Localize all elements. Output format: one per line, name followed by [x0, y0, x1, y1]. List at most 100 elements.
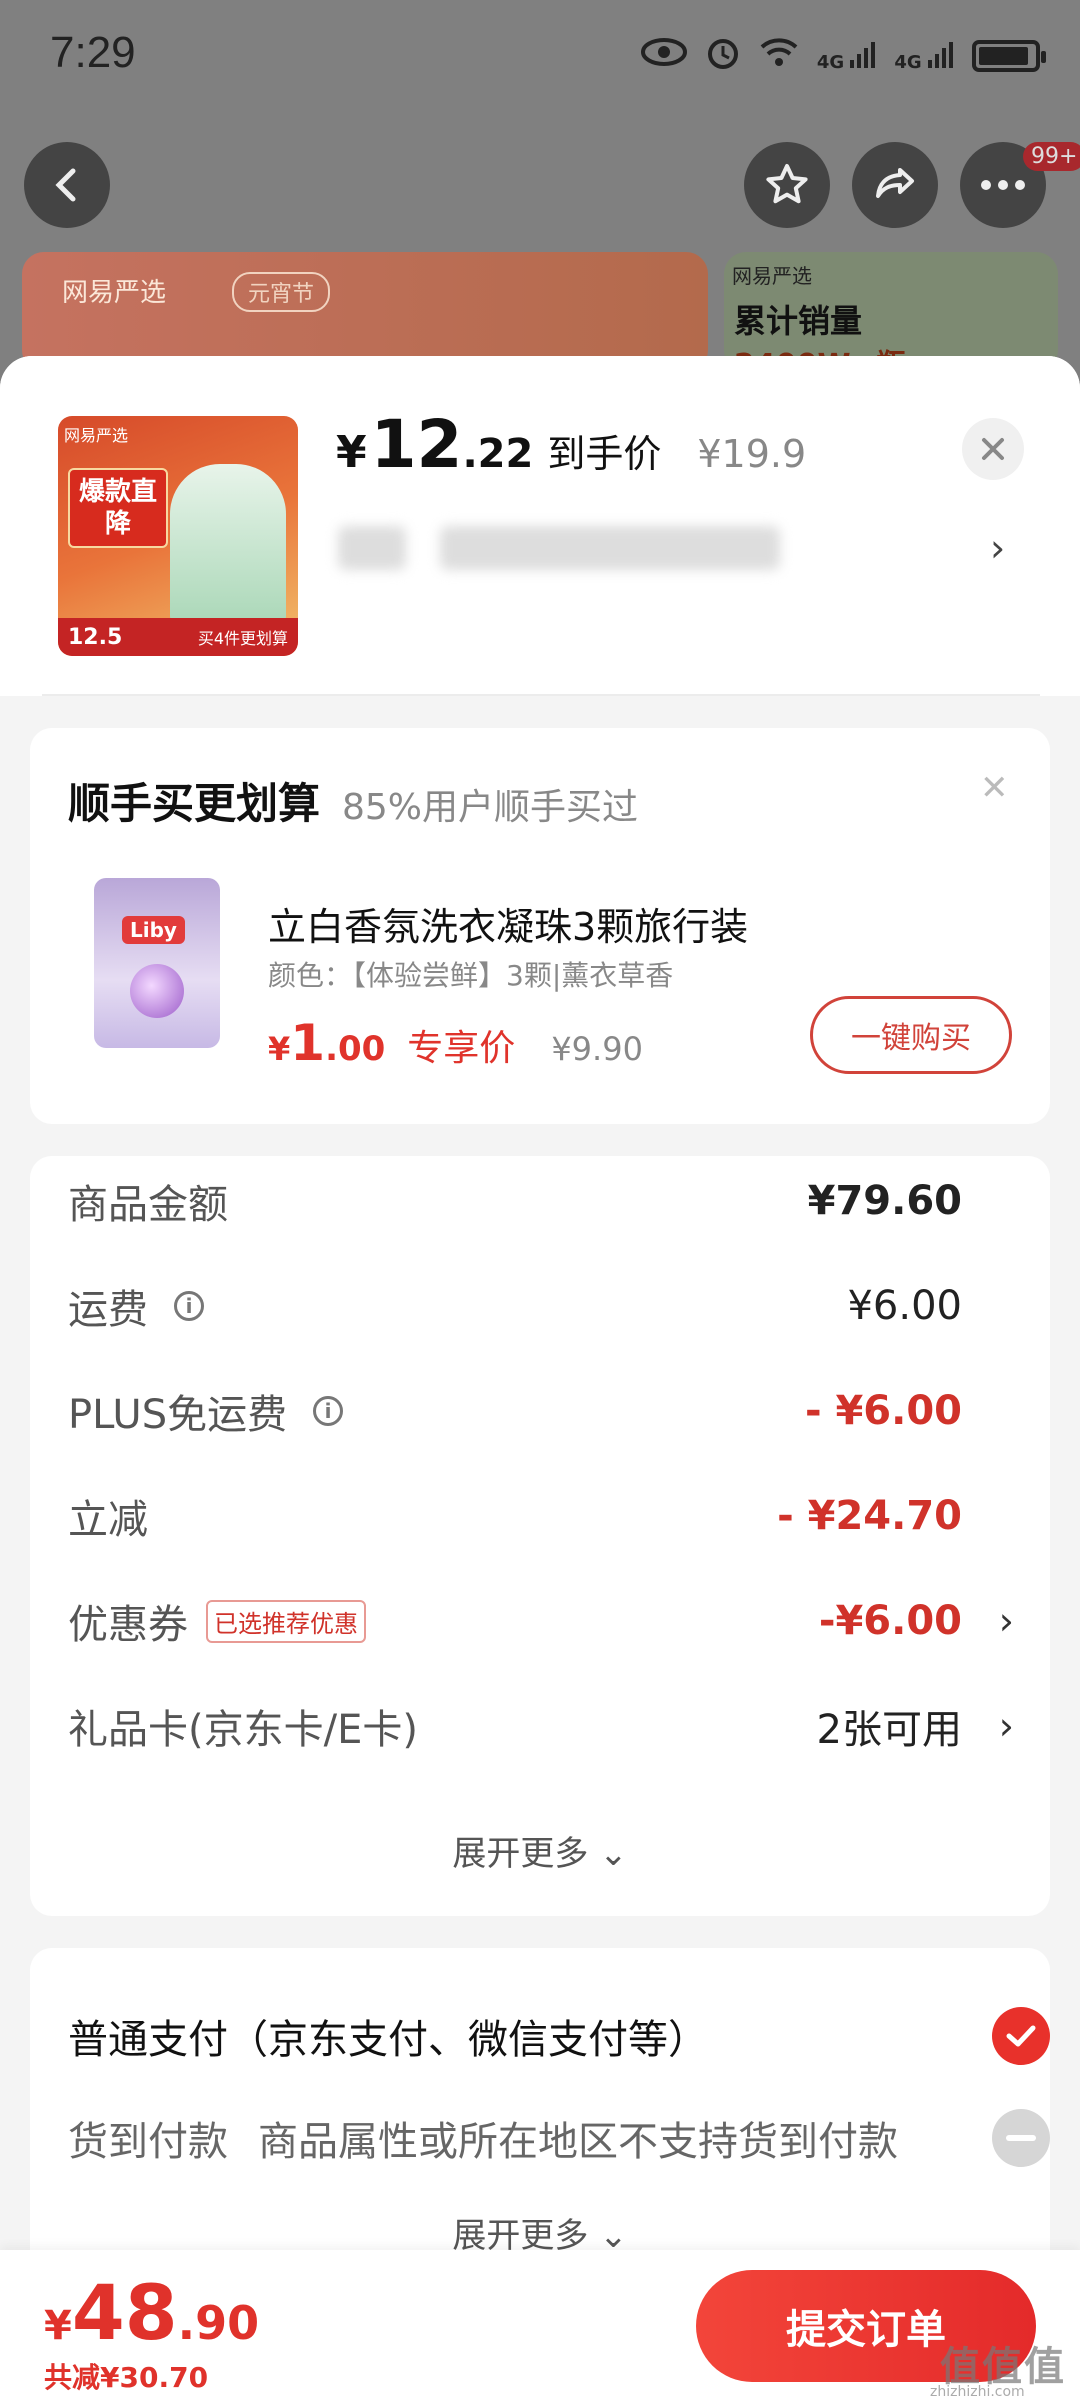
spec-blur-1 [338, 526, 406, 570]
thumbnail-tag: 爆款直降 [68, 468, 168, 548]
info-icon[interactable]: i [313, 1396, 344, 1426]
notification-badge: 99+ [1023, 142, 1080, 171]
checkout-bar: ¥ 48 .90 共减¥30.70 提交订单 [0, 2250, 1080, 2400]
total-yen: ¥ [44, 2303, 72, 2349]
chevron-right-icon: › [998, 1599, 1014, 1643]
addon-price-yen: ¥ [268, 1030, 291, 1068]
banner-logo: 网易严选 [732, 264, 812, 288]
addon-price: ¥ 1 .00 专享价 ¥9.90 [268, 1014, 643, 1072]
summary-row-coupon[interactable]: 优惠券 已选推荐优惠 -¥6.00 › [68, 1586, 1018, 1656]
product-thumbnail[interactable]: 网易严选 爆款直降 12.5 买4件更划算 [58, 416, 298, 656]
one-click-buy-button[interactable]: 一键购买 [810, 996, 1012, 1074]
brand-logo: Liby [122, 916, 185, 944]
battery-icon [972, 40, 1046, 72]
divider [42, 694, 1040, 696]
summary-value: - ¥24.70 [777, 1493, 962, 1539]
status-icons: 4G 4G [640, 34, 1046, 78]
product-price: ¥ 12 .22 到手价 ¥19.9 [336, 406, 806, 483]
close-icon [982, 438, 1004, 460]
close-button[interactable] [962, 418, 1024, 480]
payment-option-label: 普通支付（京东支付、微信支付等） [68, 2017, 708, 2063]
addon-price-label: 专享价 [407, 1028, 516, 1069]
summary-label: PLUS免运费 [68, 1392, 288, 1438]
coupon-status-badge: 已选推荐优惠 [206, 1599, 366, 1643]
payment-option-label: 货到付款 [68, 2119, 228, 2165]
summary-label: 商品金额 [68, 1182, 228, 1228]
banner-tag: 元宵节 [232, 272, 331, 312]
share-button[interactable] [852, 142, 938, 228]
summary-row-gift-card[interactable]: 礼品卡(京东卡/E卡) 2张可用 › [68, 1691, 1018, 1761]
price-decimal: .22 [462, 431, 534, 477]
addon-title: 顺手买更划算 [68, 779, 321, 828]
status-time: 7:29 [50, 28, 136, 77]
spec-blur-2 [440, 526, 780, 570]
addon-original-price: ¥9.90 [551, 1030, 643, 1068]
star-icon [766, 164, 808, 204]
summary-value: - ¥6.00 [804, 1388, 962, 1434]
payment-option-note: 商品属性或所在地区不支持货到付款 [258, 2119, 898, 2165]
chevron-down-icon: ⌄ [599, 1834, 628, 1874]
product-image [170, 464, 286, 634]
summary-value: ¥79.60 [807, 1178, 962, 1224]
chevron-left-icon [55, 168, 76, 202]
total-saved: 共减¥30.70 [44, 2361, 209, 2394]
addon-card: 顺手买更划算 85%用户顺手买过 ✕ Liby 立白香氛洗衣凝珠3颗旅行装 颜色… [30, 728, 1050, 1124]
addon-price-decimal: .00 [325, 1029, 386, 1069]
summary-label: 立减 [68, 1497, 148, 1543]
addon-price-integer: 1 [290, 1014, 326, 1072]
thumbnail-logo: 网易严选 [64, 426, 129, 445]
summary-label: 运费 [68, 1287, 148, 1333]
addon-item-name[interactable]: 立白香氛洗衣凝珠3颗旅行装 [268, 896, 748, 951]
signal-icon: 4G [817, 40, 877, 73]
more-dots-icon [981, 180, 1025, 190]
price-summary-card: 商品金额 ¥79.60 运费 i ¥6.00 PLUS免运费 i - ¥6.00 立… [30, 1156, 1050, 1916]
price-label: 到手价 [547, 432, 662, 476]
summary-row-subtotal: 商品金额 ¥79.60 [68, 1166, 1018, 1236]
expand-more-button[interactable]: 展开更多 ⌄ [30, 1826, 1050, 1875]
summary-row-instant-discount: 立减 - ¥24.70 [68, 1481, 1018, 1551]
summary-row-shipping: 运费 i ¥6.00 [68, 1271, 1018, 1341]
summary-value: ¥6.00 [847, 1283, 962, 1329]
summary-value: -¥6.00 [818, 1598, 962, 1644]
thumbnail-price: 12.5 [68, 624, 123, 650]
price-integer: 12 [370, 406, 463, 483]
order-total: ¥ 48 .90 [44, 2268, 259, 2357]
wifi-icon [759, 36, 799, 76]
payment-option-cod: 货到付款 商品属性或所在地区不支持货到付款 [68, 2098, 1050, 2178]
price-yen: ¥ [336, 427, 367, 478]
eye-icon [640, 37, 687, 75]
chevron-right-icon: › [998, 1704, 1014, 1748]
promo-banner[interactable]: 网易严选 元宵节 [22, 252, 708, 372]
share-icon [876, 168, 914, 198]
sales-banner[interactable]: 网易严选 累计销量 2400W+瓶 [724, 252, 1058, 372]
summary-value: 2张可用 [816, 1707, 962, 1753]
disabled-icon [992, 2109, 1050, 2167]
order-sheet: 网易严选 爆款直降 12.5 买4件更划算 ¥ 12 .22 到手价 ¥19.9… [0, 356, 1080, 2400]
thumbnail-promo: 买4件更划算 [197, 629, 288, 648]
banner-logo: 网易严选 [62, 278, 167, 308]
favorite-button[interactable] [744, 142, 830, 228]
chevron-right-icon: › [990, 526, 1006, 570]
watermark-url: zhizhizhi.com [930, 2384, 1025, 2400]
status-bar: 7:29 4G 4G [0, 0, 1080, 120]
checkmark-icon[interactable] [992, 2007, 1050, 2065]
laundry-pod-icon [130, 964, 184, 1018]
addon-close-icon[interactable]: ✕ [980, 768, 1009, 808]
summary-label: 礼品卡(京东卡/E卡) [68, 1707, 418, 1753]
summary-label: 优惠券 [68, 1602, 188, 1648]
addon-product-image[interactable]: Liby [94, 878, 220, 1048]
summary-row-plus-free-shipping: PLUS免运费 i - ¥6.00 [68, 1376, 1018, 1446]
signal-icon-2: 4G [894, 40, 954, 73]
original-price: ¥19.9 [697, 432, 807, 476]
product-header: 网易严选 爆款直降 12.5 买4件更划算 ¥ 12 .22 到手价 ¥19.9… [0, 356, 1080, 696]
info-icon[interactable]: i [174, 1291, 204, 1321]
thumbnail-footer: 12.5 买4件更划算 [58, 618, 298, 656]
total-integer: 48 [71, 2268, 178, 2357]
back-button[interactable] [24, 142, 110, 228]
addon-item-spec: 颜色：【体验尝鲜】3颗|薰衣草香 [268, 959, 674, 992]
addon-subtitle: 85%用户顺手买过 [342, 787, 639, 828]
total-decimal: .90 [177, 2296, 260, 2350]
banner-title: 累计销量 [734, 302, 863, 340]
payment-option-standard[interactable]: 普通支付（京东支付、微信支付等） [68, 1996, 1050, 2076]
expand-more-label: 展开更多 [452, 1834, 589, 1874]
